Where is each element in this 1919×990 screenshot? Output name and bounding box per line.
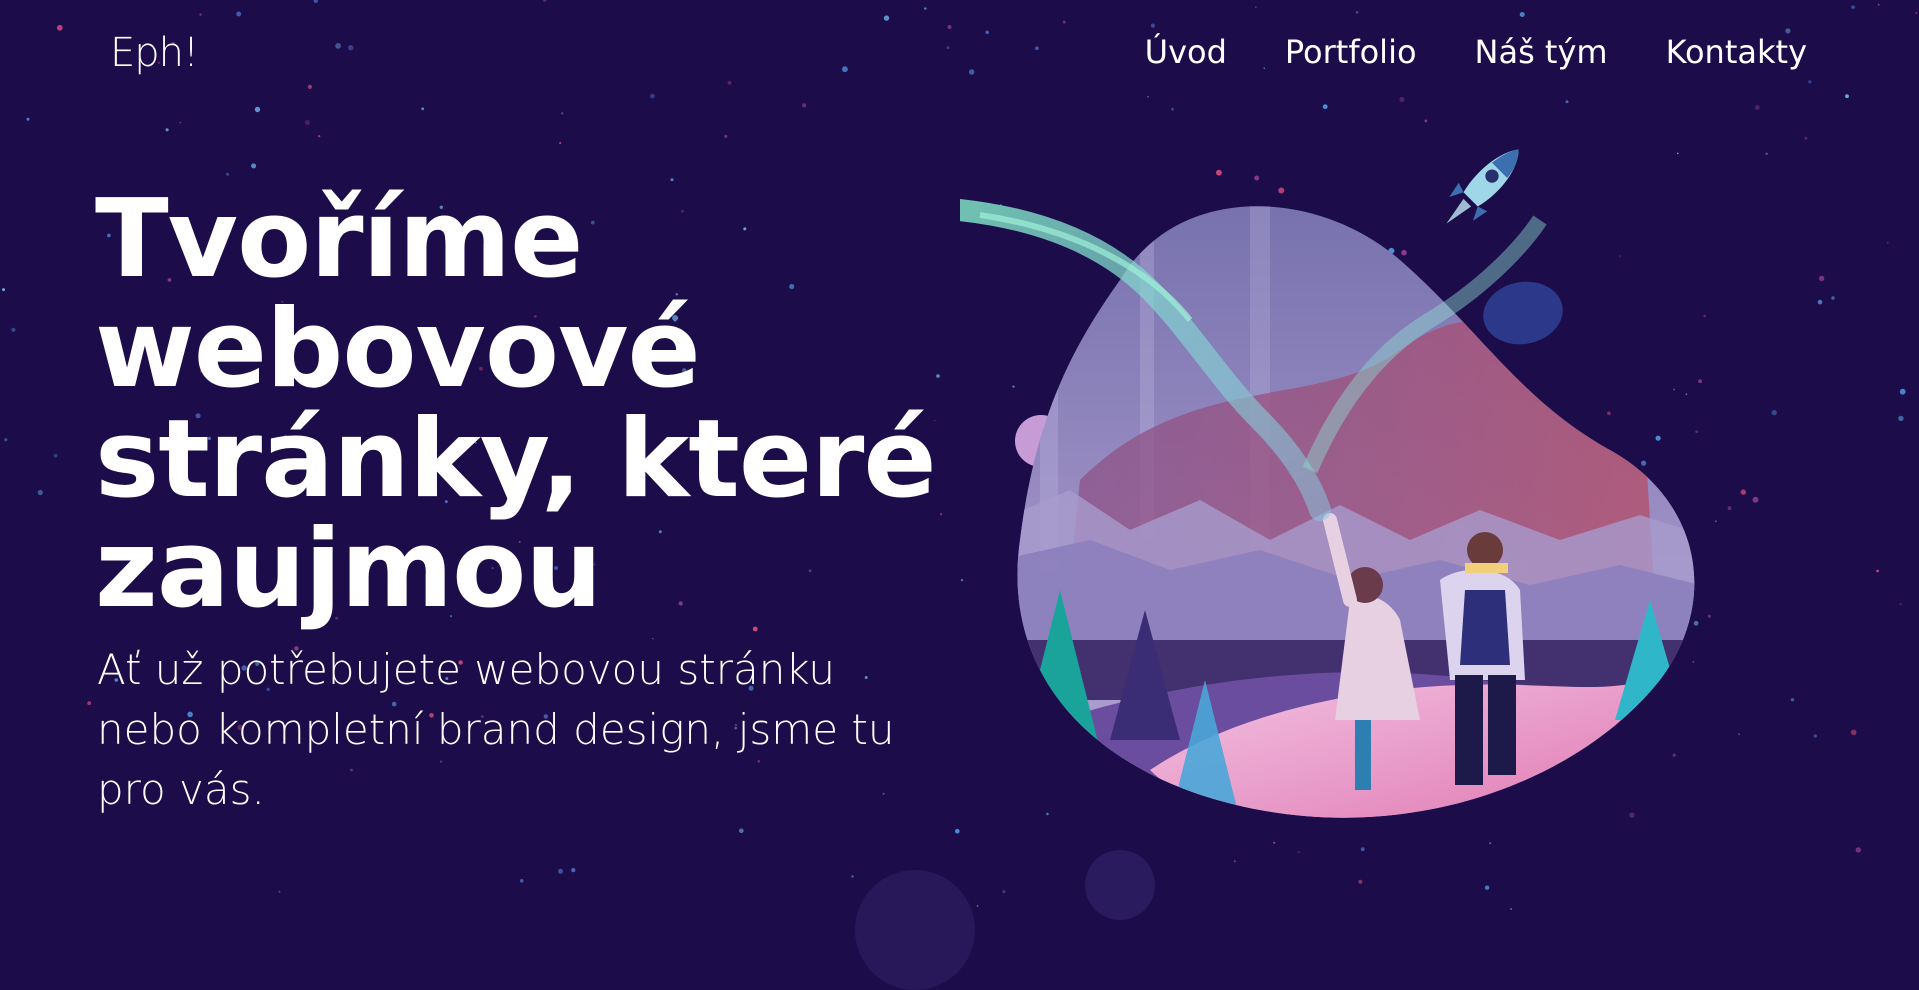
hero-title-line: Tvoříme	[95, 177, 583, 302]
star-dot	[26, 117, 30, 121]
star-dot	[1899, 388, 1906, 395]
star-dot	[1831, 296, 1835, 300]
star-dot	[1850, 729, 1857, 736]
rocket-icon	[1446, 149, 1519, 224]
star-dot	[304, 119, 310, 126]
star-dot	[1484, 885, 1490, 890]
star-dot	[251, 163, 257, 169]
star-dot	[571, 868, 576, 873]
star-dot	[11, 327, 16, 332]
nav-link-portfolio[interactable]: Portfolio	[1285, 33, 1417, 71]
star-dot	[1886, 241, 1889, 244]
star-dot	[559, 141, 562, 145]
nav-link-uvod[interactable]: Úvod	[1145, 33, 1227, 71]
star-dot	[278, 890, 281, 893]
star-dot	[1818, 275, 1825, 282]
hero-subtitle-line: Ať už potřebujete webovou stránku	[97, 645, 835, 694]
nav-link-kontakty[interactable]: Kontakty	[1666, 33, 1807, 71]
star-dot	[1899, 603, 1902, 606]
hero-subtitle-line: pro vás.	[97, 765, 265, 814]
main-nav: Úvod Portfolio Náš tým Kontakty	[1145, 33, 1807, 71]
decor-bubble	[1085, 850, 1155, 920]
star-dot	[1813, 734, 1818, 738]
star-dot	[165, 128, 169, 132]
star-dot	[1765, 152, 1768, 155]
hero-title-line: webovové	[95, 287, 701, 412]
star-dot	[670, 178, 674, 182]
nav-link-nas-tym[interactable]: Náš tým	[1475, 33, 1608, 71]
star-dot	[1817, 299, 1823, 305]
star-dot	[226, 172, 230, 176]
star-dot	[1771, 409, 1777, 416]
star-dot	[53, 453, 58, 458]
star-dot	[1804, 136, 1808, 140]
star-dot	[1002, 890, 1006, 894]
star-dot	[752, 626, 758, 632]
logo[interactable]: Eph!	[110, 30, 199, 76]
star-dot	[4, 438, 8, 442]
star-dot	[2, 288, 5, 292]
star-dot	[1358, 879, 1363, 884]
star-dot	[1898, 415, 1904, 422]
star-dot	[739, 828, 744, 834]
site-header: Eph! Úvod Portfolio Náš tým Kontakty	[0, 0, 1919, 115]
star-dot	[1233, 860, 1236, 863]
star-dot	[724, 134, 728, 138]
star-dot	[1790, 698, 1795, 702]
star-dot	[558, 868, 563, 874]
star-dot	[976, 905, 979, 907]
hero-subtitle: Ať už potřebujete webovou stránku nebo k…	[97, 640, 977, 820]
star-dot	[955, 828, 960, 834]
star-dot	[87, 701, 92, 706]
hero-title-line: zaujmou	[95, 507, 602, 632]
aurora-illustration	[960, 199, 1695, 818]
star-dot	[851, 875, 854, 878]
hero-subtitle-line: nebo kompletní brand design, jsme tu	[97, 705, 895, 754]
hero-title-line: stránky, které	[95, 397, 937, 522]
hero-title: Tvoříme webovové stránky, které zaujmou	[95, 185, 975, 625]
star-dot	[519, 879, 524, 883]
star-dot	[179, 121, 182, 124]
star-dot	[37, 489, 43, 496]
star-dot	[1510, 907, 1513, 911]
star-dot	[1876, 569, 1879, 573]
decor-bubble	[855, 870, 975, 990]
star-dot	[318, 135, 321, 138]
star-dot	[1855, 847, 1862, 853]
